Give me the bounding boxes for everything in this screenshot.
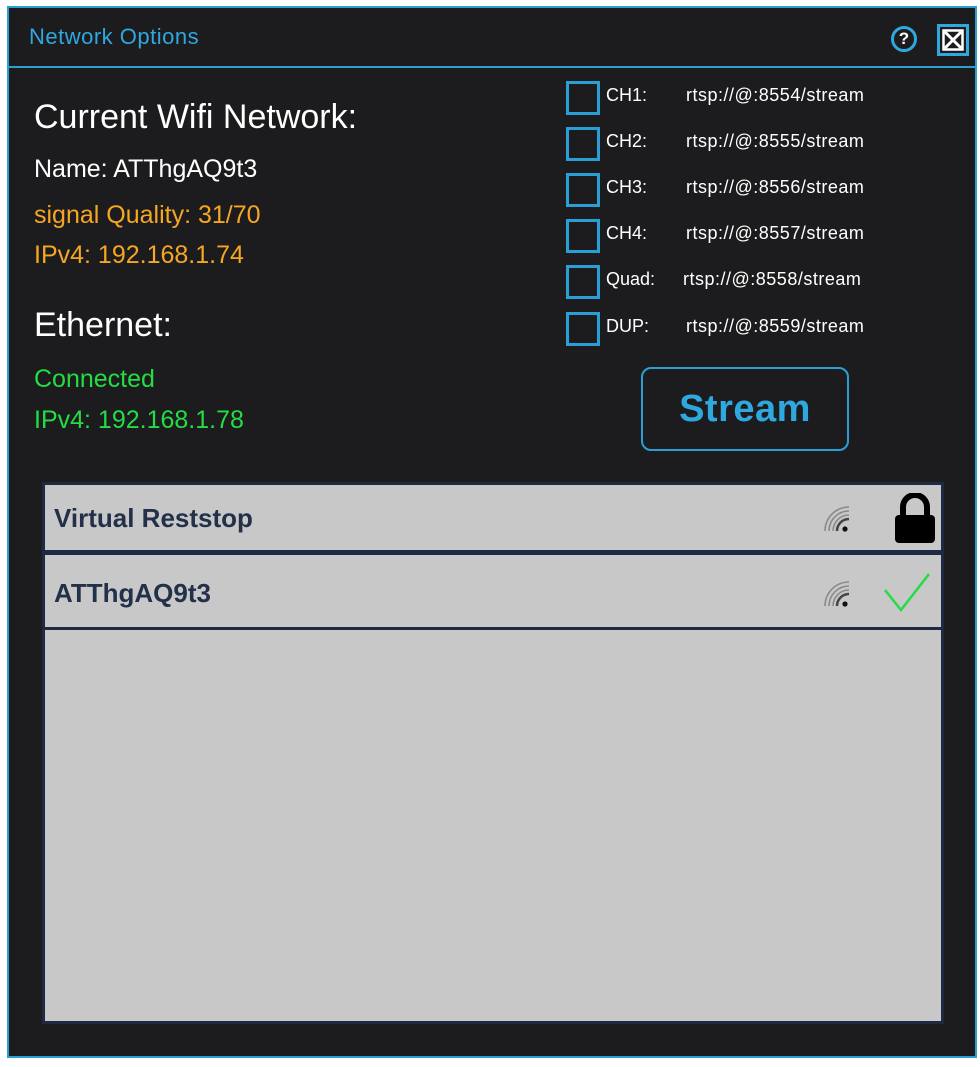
channel-row-quad: Quad: rtsp://@:8558/stream [566,265,966,301]
channel-label: CH1: [606,85,648,105]
dup-checkbox[interactable] [566,312,600,346]
channel-url: rtsp://@:8554/stream [686,85,865,105]
channel-url: rtsp://@:8559/stream [686,316,865,336]
close-icon [942,29,964,51]
help-icon: ? [898,29,910,48]
wifi-heading: Current Wifi Network: [34,98,358,136]
channel-url: rtsp://@:8556/stream [686,177,865,197]
wifi-signal-quality: signal Quality: 31/70 [34,201,261,229]
ethernet-heading: Ethernet: [34,306,172,344]
channel-url: rtsp://@:8555/stream [686,131,865,151]
ch4-checkbox[interactable] [566,219,600,253]
channel-label: CH3: [606,177,648,197]
wifi-signal-icon [824,506,850,532]
network-item-atthgaq9t3[interactable]: ATThgAQ9t3 [45,560,941,630]
channel-row-ch2: CH2: rtsp://@:8555/stream [566,127,966,163]
channel-label: Quad: [606,269,656,289]
wifi-ipv4: IPv4: 192.168.1.74 [34,241,244,269]
channel-url: rtsp://@:8557/stream [686,223,865,243]
channel-row-dup: DUP: rtsp://@:8559/stream [566,312,966,348]
network-name: Virtual Reststop [54,503,253,533]
ch3-checkbox[interactable] [566,173,600,207]
network-options-window: Network Options ? Current Wifi Network: … [7,6,977,1058]
channel-row-ch1: CH1: rtsp://@:8554/stream [566,81,966,117]
window-title: Network Options [29,24,200,49]
ethernet-status: Connected [34,365,155,393]
ch2-checkbox[interactable] [566,127,600,161]
title-bar: Network Options ? [9,8,975,68]
network-name: ATThgAQ9t3 [54,578,211,608]
channel-url: rtsp://@:8558/stream [683,269,862,289]
close-button[interactable] [937,24,969,56]
lock-icon [895,493,935,543]
wifi-name: Name: ATThgAQ9t3 [34,155,258,183]
checkmark-icon [884,573,930,613]
network-item-virtual-reststop[interactable]: Virtual Reststop [45,485,941,555]
stream-button[interactable]: Stream [641,367,849,451]
channel-label: CH4: [606,223,648,243]
wifi-signal-icon [824,581,850,607]
ch1-checkbox[interactable] [566,81,600,115]
quad-checkbox[interactable] [566,265,600,299]
network-list[interactable]: Virtual Reststop ATThgAQ9t3 [42,482,944,1024]
channel-label: CH2: [606,131,648,151]
help-button[interactable]: ? [891,26,917,52]
channel-row-ch3: CH3: rtsp://@:8556/stream [566,173,966,209]
channel-row-ch4: CH4: rtsp://@:8557/stream [566,219,966,255]
channel-label: DUP: [606,316,650,336]
ethernet-ipv4: IPv4: 192.168.1.78 [34,406,244,434]
